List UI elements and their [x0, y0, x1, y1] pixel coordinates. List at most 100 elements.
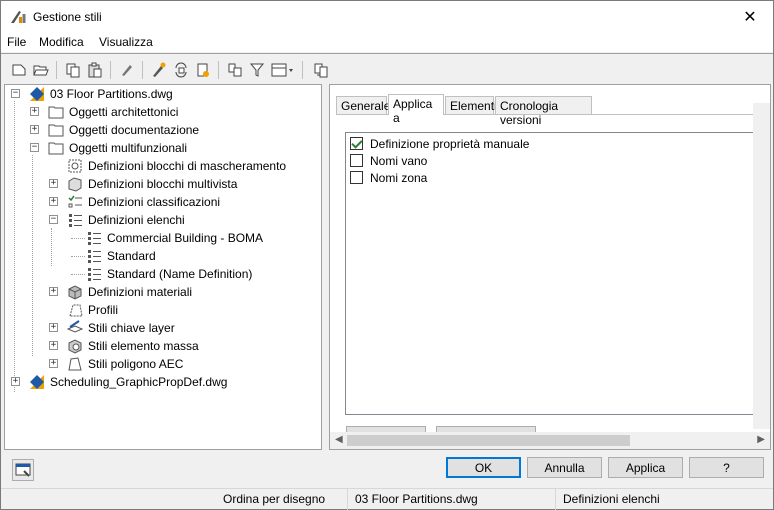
mask-block-icon [68, 159, 82, 173]
filter-button[interactable] [247, 60, 267, 80]
toolbar-separator [302, 61, 303, 79]
tree-node-label: Scheduling_GraphicPropDef.dwg [50, 375, 228, 389]
toggle-view-button[interactable] [225, 60, 245, 80]
tree-node-label: Stili poligono AEC [88, 357, 184, 371]
tree-node-folder[interactable]: − Oggetti multifunzionali [30, 139, 189, 157]
tree-node-mass-elements[interactable]: + Stili elemento massa [49, 337, 201, 355]
set-from-button[interactable] [193, 60, 213, 80]
tab-elementi[interactable]: Elementi [445, 96, 497, 114]
expand-toggle[interactable]: + [30, 107, 39, 116]
expand-toggle[interactable]: + [30, 125, 39, 134]
tab-applica-a[interactable]: Applica a [388, 94, 444, 125]
folder-icon [48, 106, 64, 119]
inline-edit-dropdown[interactable] [269, 60, 297, 80]
checkbox-checked[interactable] [350, 137, 363, 150]
drawing-icon [30, 87, 44, 101]
status-drawing: 03 Floor Partitions.dwg [355, 492, 478, 506]
checkbox-unchecked[interactable] [350, 171, 363, 184]
folder-icon [48, 124, 64, 137]
list-icon [88, 268, 101, 281]
copy-button[interactable] [63, 60, 83, 80]
tab-cronologia-versioni[interactable]: Cronologia versioni [495, 96, 592, 127]
tab-generale[interactable]: Generale [336, 96, 390, 114]
menu-modifica[interactable]: Modifica [39, 35, 84, 49]
apply-button[interactable]: Applica [608, 457, 683, 478]
tree-node-list-item[interactable]: Commercial Building - BOMA [86, 229, 265, 247]
style-tree[interactable]: − 03 Floor Partitions.dwg + Oggetti arch… [4, 84, 322, 450]
collapse-toggle[interactable]: − [49, 215, 58, 224]
expand-toggle[interactable]: + [49, 179, 58, 188]
tree-node-label: Definizioni elenchi [88, 213, 185, 227]
help-button[interactable]: ? [689, 457, 764, 478]
toolbar-separator [110, 61, 111, 79]
checkbox-unchecked[interactable] [350, 154, 363, 167]
tree-node-classifications[interactable]: + Definizioni classificazioni [49, 193, 222, 211]
style-manager-app-icon [11, 11, 26, 23]
window-title: Gestione stili [33, 10, 102, 24]
tree-node-list-item-selected[interactable]: Standard [86, 247, 158, 265]
toggle-preview-button[interactable] [12, 459, 34, 481]
layer-key-icon [67, 320, 83, 333]
polygon-icon [68, 357, 82, 371]
menu-bar: File Modifica Visualizza [1, 32, 773, 52]
collapse-toggle[interactable]: − [30, 143, 39, 152]
paste-icon [88, 62, 102, 78]
tree-node-label: Standard [107, 249, 156, 263]
tree-node-folder[interactable]: + Oggetti architettonici [30, 103, 180, 121]
tree-connector [71, 274, 85, 275]
tree-node-list-item[interactable]: Standard (Name Definition) [86, 265, 254, 283]
tree-node-profiles[interactable]: Profili [67, 301, 120, 319]
tree-node-label: Stili elemento massa [88, 339, 199, 353]
cancel-button[interactable]: Annulla [527, 457, 602, 478]
horizontal-scrollbar[interactable]: ◀ ▶ [330, 432, 770, 449]
close-button[interactable]: ✕ [727, 1, 773, 32]
tree-node-drawing[interactable]: − 03 Floor Partitions.dwg [11, 85, 175, 103]
tree-node-aec-polygons[interactable]: + Stili poligono AEC [49, 355, 185, 373]
tree-node-label: Profili [88, 303, 119, 317]
applies-to-item[interactable]: Definizione proprietà manuale [350, 135, 529, 152]
expand-toggle[interactable]: + [49, 341, 58, 350]
status-separator [347, 489, 348, 510]
close-icon: ✕ [743, 8, 757, 26]
expand-toggle[interactable]: + [49, 197, 58, 206]
preview-icon [15, 463, 31, 477]
import-export-button[interactable] [311, 60, 331, 80]
menu-visualizza[interactable]: Visualizza [99, 35, 153, 49]
ok-button[interactable]: OK [446, 457, 521, 478]
applies-to-item[interactable]: Nomi vano [350, 152, 427, 169]
profile-icon [69, 304, 83, 317]
tree-connector [32, 155, 33, 356]
edit-style-button[interactable] [149, 60, 169, 80]
tree-node-folder[interactable]: + Oggetti documentazione [30, 121, 201, 139]
new-drawing-button[interactable] [9, 60, 29, 80]
tree-node-mask-blocks[interactable]: Definizioni blocchi di mascheramento [67, 157, 288, 175]
tree-node-layer-keys[interactable]: + Stili chiave layer [49, 319, 177, 337]
edit-pencil-icon [153, 62, 166, 77]
expand-toggle[interactable]: + [49, 287, 58, 296]
scroll-right-arrow-icon[interactable]: ▶ [757, 434, 765, 445]
synchronize-button[interactable] [171, 60, 191, 80]
menu-file[interactable]: File [7, 35, 26, 49]
status-selection: Definizioni elenchi [563, 492, 660, 506]
open-folder-icon [33, 65, 49, 76]
applies-to-list[interactable]: Definizione proprietà manuale Nomi vano … [345, 132, 757, 415]
paste-button[interactable] [85, 60, 105, 80]
applies-to-item[interactable]: Nomi zona [350, 169, 427, 186]
collapse-toggle[interactable]: − [11, 89, 20, 98]
tree-node-label: Definizioni classificazioni [88, 195, 221, 209]
tree-node-materials[interactable]: + Definizioni materiali [49, 283, 194, 301]
vertical-scrollbar[interactable] [753, 103, 770, 429]
purge-button[interactable] [117, 60, 137, 80]
tree-node-drawing[interactable]: + Scheduling_GraphicPropDef.dwg [11, 373, 229, 391]
tree-node-list-definitions[interactable]: − Definizioni elenchi [49, 211, 187, 229]
applies-to-label: Definizione proprietà manuale [370, 136, 530, 151]
scroll-left-arrow-icon[interactable]: ◀ [335, 434, 343, 445]
expand-toggle[interactable]: + [49, 359, 58, 368]
scroll-thumb[interactable] [347, 435, 630, 446]
tree-node-multiview-blocks[interactable]: + Definizioni blocchi multivista [49, 175, 239, 193]
open-drawing-button[interactable] [31, 60, 51, 80]
tree-connector [51, 228, 52, 266]
expand-toggle[interactable]: + [49, 323, 58, 332]
expand-toggle[interactable]: + [11, 377, 20, 386]
properties-pane: Generale Applica a Elementi Cronologia v… [329, 84, 771, 450]
